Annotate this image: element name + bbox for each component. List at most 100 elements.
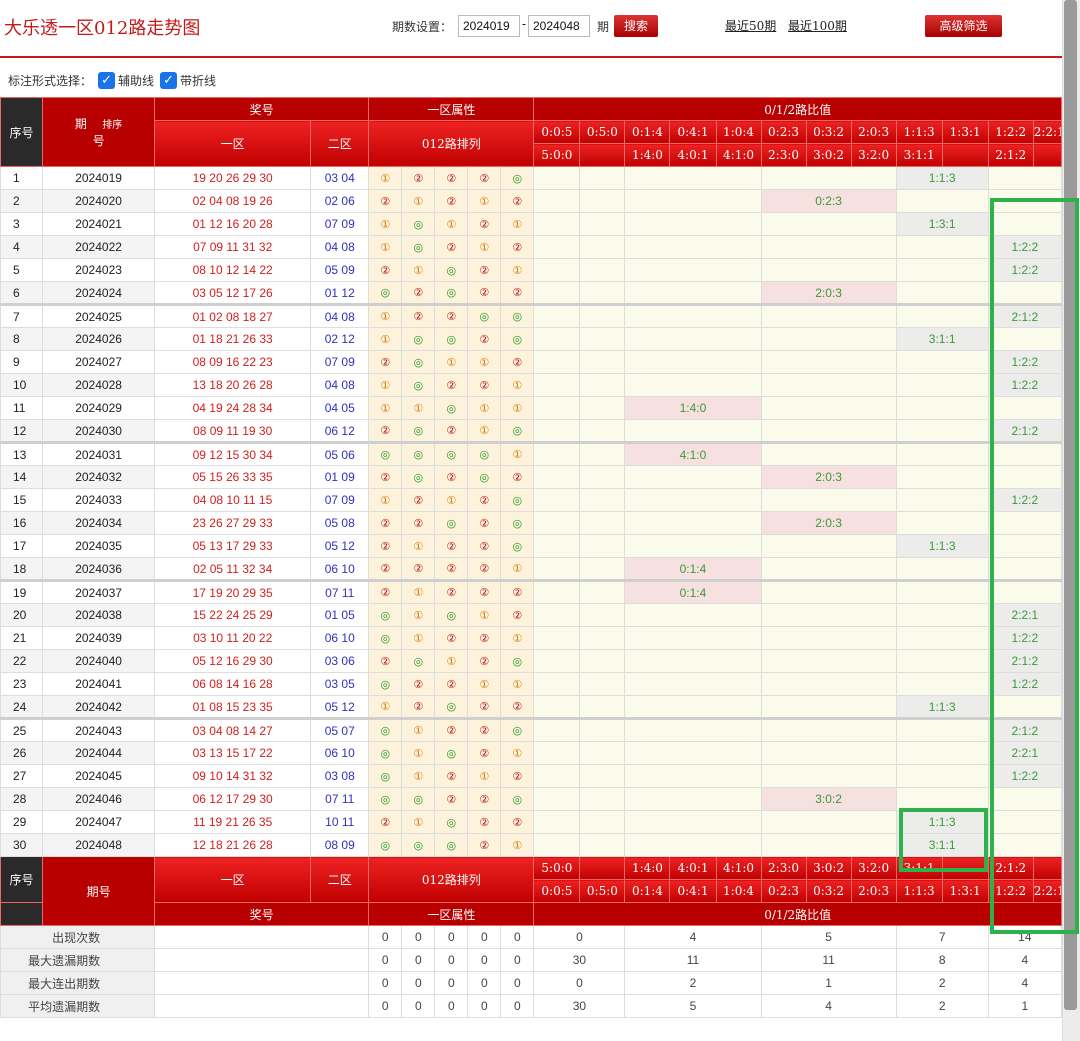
seq-cell: 24 (0, 695, 44, 719)
zone1-numbers: 13 18 20 26 28 (154, 373, 312, 397)
zone1-numbers: 15 22 24 25 29 (154, 603, 312, 627)
ratio-cell: 1:2:2 (987, 672, 1063, 696)
route-mark: ② (467, 166, 502, 190)
ratio-cell (533, 764, 581, 788)
route-mark: ① (401, 717, 436, 742)
stat-value: 0 (467, 971, 502, 995)
route-mark: ② (434, 373, 469, 397)
ratio-cell: 2:1:2 (987, 303, 1063, 328)
ratio-cell (579, 327, 626, 351)
ratio-cell: 2:0:3 (760, 281, 897, 305)
route-mark: ◎ (434, 281, 469, 305)
ratio-cell (895, 373, 989, 397)
ratio-foot-bottom-9: 1:3:1 (941, 879, 989, 903)
zone2-numbers: 03 04 (310, 166, 370, 190)
period-cell: 2024026 (42, 327, 156, 351)
zone1-header: 一区 (154, 120, 312, 167)
seq-header: 序号 (0, 97, 44, 167)
table-row: 9 2024027 08 09 16 22 23 07 09 ② ◎ ① ① ② 1:2:2 (0, 350, 1063, 374)
table-row: 5 2024023 08 10 12 14 22 05 09 ② ① ◎ ② ① 1:2:2 (0, 258, 1063, 282)
zone2-numbers: 03 06 (310, 649, 370, 673)
zone1-numbers: 12 18 21 26 28 (154, 833, 312, 857)
fold-line-checkbox[interactable]: ✓ (160, 71, 178, 89)
ratio-cell (624, 511, 762, 535)
route-mark: ◎ (368, 441, 403, 466)
ratio-cell (624, 166, 762, 190)
route-mark: ◎ (434, 603, 469, 627)
route-mark: ② (500, 350, 535, 374)
zone1-numbers: 07 09 11 31 32 (154, 235, 312, 259)
period-cell: 2024036 (42, 557, 156, 581)
route-mark: ② (368, 419, 403, 443)
zone1-numbers: 04 19 24 28 34 (154, 396, 312, 420)
ratio-cell (579, 396, 626, 420)
route-mark: ② (467, 717, 502, 742)
ratio-header: 0/1/2路比值 (533, 97, 1062, 121)
ratio-cell (760, 419, 897, 443)
ratio-cell (579, 579, 626, 604)
ratio-col-bottom-2: 1:4:0 (624, 143, 671, 167)
route-mark: ① (368, 166, 403, 190)
route-mark: ② (368, 649, 403, 673)
route-mark: ① (500, 833, 535, 857)
ratio-cell (579, 350, 626, 374)
zone1-numbers: 03 13 15 17 22 (154, 741, 312, 765)
route-mark: ◎ (401, 419, 436, 443)
ratio-cell (760, 258, 897, 282)
zone1-numbers: 05 15 26 33 35 (154, 465, 312, 489)
ratio-cell (760, 810, 897, 834)
recent-100-link[interactable]: 最近100期 (788, 17, 847, 34)
period-cell: 2024030 (42, 419, 156, 443)
ratio-cell (895, 764, 989, 788)
route-mark: ◎ (401, 327, 436, 351)
route-mark: ① (401, 534, 436, 558)
scrollbar-thumb[interactable] (1064, 0, 1077, 1010)
stat-row: 出现次数 0 0 0 0 0 0 4 5 7 14 (0, 925, 1063, 949)
range-dash: - (522, 17, 527, 31)
zone2-numbers: 02 12 (310, 327, 370, 351)
period-from-input[interactable]: 2024019 (458, 15, 520, 37)
route-mark: ① (368, 373, 403, 397)
sort-toggle[interactable]: 排序 (102, 120, 122, 131)
period-to-input[interactable]: 2024048 (528, 15, 590, 37)
advanced-filter-button[interactable]: 高级筛选 (925, 15, 1002, 37)
aux-line-checkbox[interactable]: ✓ (98, 71, 116, 89)
seq-cell: 9 (0, 350, 44, 374)
ratio-col-bottom-11 (1032, 143, 1063, 167)
zone2-numbers: 06 10 (310, 741, 370, 765)
recent-50-link[interactable]: 最近50期 (725, 17, 776, 34)
search-button[interactable]: 搜索 (614, 15, 658, 37)
ratio-cell (533, 626, 581, 650)
table-row: 2 2024020 02 04 08 19 26 02 06 ② ① ② ① ② 0:2:3 (0, 189, 1063, 213)
ratio-cell (624, 465, 762, 489)
seq-cell: 10 (0, 373, 44, 397)
top-toolbar: 大乐透一区012路走势图 期数设置： 2024019 - 2024048 期 搜… (0, 0, 1062, 58)
ratio-cell (895, 787, 989, 811)
ratio-cell: 1:4:0 (624, 396, 762, 420)
seq-cell: 21 (0, 626, 44, 650)
period-cell: 2024048 (42, 833, 156, 857)
ratio-col-top-2: 0:1:4 (624, 120, 671, 144)
seq-cell: 23 (0, 672, 44, 696)
ratio-cell (895, 603, 989, 627)
prize-header: 奖号 (154, 97, 370, 121)
period-header-top: 期 (74, 117, 87, 131)
zone1-numbers: 01 18 21 26 33 (154, 327, 312, 351)
route-mark: ② (368, 810, 403, 834)
prize-footer: 奖号 (154, 902, 370, 926)
route-mark: ① (500, 373, 535, 397)
ratio-cell (624, 764, 762, 788)
route-footer: 012路排列 (368, 856, 535, 903)
route-mark: ② (467, 787, 502, 811)
stat-value: 0 (467, 925, 502, 949)
ratio-cell (579, 626, 626, 650)
route-mark: ② (434, 534, 469, 558)
stat-label: 平均遗漏期数 (0, 994, 156, 1018)
route-mark: ② (467, 212, 502, 236)
ratio-foot-top-3: 4:0:1 (669, 856, 717, 880)
ratio-foot-bottom-7: 2:0:3 (850, 879, 897, 903)
ratio-cell (533, 281, 581, 305)
ratio-cell (760, 579, 897, 604)
ratio-cell (895, 649, 989, 673)
period-header[interactable]: 期 排序号 (42, 97, 156, 167)
